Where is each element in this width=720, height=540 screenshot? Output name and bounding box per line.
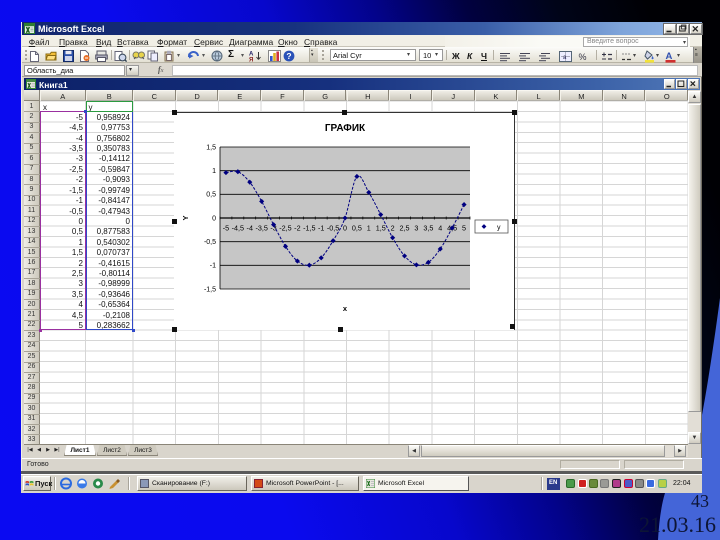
svg-text:-4,5: -4,5	[232, 224, 244, 233]
svg-text:2: 2	[391, 224, 395, 233]
svg-text:Y: Y	[181, 215, 190, 220]
svg-text:-3,5: -3,5	[255, 224, 267, 233]
svg-text:4: 4	[438, 224, 442, 233]
svg-text:-1: -1	[318, 224, 324, 233]
svg-text:-1: -1	[210, 263, 216, 270]
svg-text:-0,5: -0,5	[327, 224, 339, 233]
svg-text:-0,5: -0,5	[204, 239, 216, 246]
svg-text:-1,5: -1,5	[204, 286, 216, 293]
svg-text:-1,5: -1,5	[303, 224, 315, 233]
svg-text:-2: -2	[294, 224, 300, 233]
svg-text:-4: -4	[247, 224, 253, 233]
svg-text:1,5: 1,5	[206, 144, 216, 151]
svg-text:3,5: 3,5	[423, 224, 433, 233]
svg-text:ГРАФИК: ГРАФИК	[325, 123, 366, 134]
svg-text:0,5: 0,5	[352, 224, 362, 233]
svg-text:2,5: 2,5	[400, 224, 410, 233]
svg-text:1,5: 1,5	[376, 224, 386, 233]
svg-text:y: y	[497, 225, 501, 232]
svg-text:3: 3	[414, 224, 418, 233]
svg-text:5: 5	[462, 224, 466, 233]
svg-text:0: 0	[212, 215, 216, 222]
svg-text:-5: -5	[223, 224, 229, 233]
svg-text:1: 1	[367, 224, 371, 233]
svg-text:0: 0	[343, 224, 347, 233]
svg-text:1: 1	[212, 168, 216, 175]
svg-text:0,5: 0,5	[206, 192, 216, 199]
svg-text:-2,5: -2,5	[279, 224, 291, 233]
